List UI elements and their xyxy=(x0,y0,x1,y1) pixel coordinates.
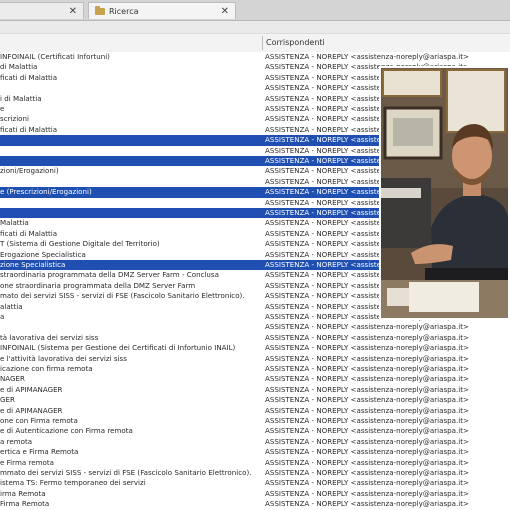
message-correspondent: ASSISTENZA - NOREPLY <assistenza-noreply… xyxy=(265,374,469,384)
message-subject: INFOINAIL (Sistema per Gestione dei Cert… xyxy=(0,343,236,353)
message-row[interactable]: one con Firma remota ASSISTENZA - NOREPLY… xyxy=(0,416,510,426)
message-subject: ficati di Malattia xyxy=(0,124,58,134)
message-subject: a remota xyxy=(0,436,33,446)
message-subject: e xyxy=(0,104,5,113)
message-subject: Firma Remota xyxy=(0,499,50,509)
message-row[interactable]: istema TS: Fermo temporaneo dei servizi A… xyxy=(0,478,510,488)
person-photo xyxy=(379,66,510,320)
message-row[interactable]: tà lavorativa dei servizi siss ASSISTENZA… xyxy=(0,333,510,343)
message-subject: i di Malattia xyxy=(0,93,42,103)
column-header: Corrispondenti xyxy=(0,34,510,53)
message-subject: straordinaria programmata della DMZ Serv… xyxy=(0,270,219,280)
message-row[interactable]: e di Autenticazione con Firma remota ASSI… xyxy=(0,426,510,436)
message-subject: ficati di Malattia xyxy=(0,72,58,82)
message-subject: e (Prescrizioni/Erogazioni) xyxy=(0,187,92,197)
message-row[interactable]: e di APIMANAGER ASSISTENZA - NOREPLY <ass… xyxy=(0,385,510,395)
message-subject: irma Remota xyxy=(0,488,46,498)
message-correspondent: ASSISTENZA - NOREPLY <assistenza-noreply… xyxy=(265,499,469,509)
toolbar xyxy=(0,21,510,33)
message-row[interactable]: INFOINAIL (Certificati Infortuni) ASSISTE… xyxy=(0,52,510,62)
message-correspondent: ASSISTENZA - NOREPLY <assistenza-noreply… xyxy=(265,395,469,405)
message-correspondent: ASSISTENZA - NOREPLY <assistenza-noreply… xyxy=(265,52,469,61)
message-correspondent: ASSISTENZA - NOREPLY <assistenza-noreply… xyxy=(265,343,469,353)
message-subject: a xyxy=(0,312,5,321)
tab-ricerca[interactable]: Ricerca ✕ xyxy=(88,2,236,19)
close-icon[interactable]: ✕ xyxy=(69,3,77,20)
tab-previous[interactable]: ✕ xyxy=(0,2,84,19)
message-subject: GER xyxy=(0,395,15,405)
message-subject: tà lavorativa dei servizi siss xyxy=(0,332,99,342)
message-correspondent: ASSISTENZA - NOREPLY <assistenza-noreply… xyxy=(265,364,469,373)
message-subject: one straordinaria programmata della DMZ … xyxy=(0,280,196,290)
message-subject: T (Sistema di Gestione Digitale del Terr… xyxy=(0,239,160,249)
message-correspondent: ASSISTENZA - NOREPLY <assistenza-noreply… xyxy=(265,426,469,436)
message-correspondent: ASSISTENZA - NOREPLY <assistenza-noreply… xyxy=(265,447,469,457)
message-subject: one con Firma remota xyxy=(0,416,78,425)
message-row[interactable]: NAGER ASSISTENZA - NOREPLY <assistenza-no… xyxy=(0,374,510,384)
message-correspondent: ASSISTENZA - NOREPLY <assistenza-noreply… xyxy=(265,322,469,332)
message-correspondent: ASSISTENZA - NOREPLY <assistenza-noreply… xyxy=(265,405,469,415)
photo-image xyxy=(381,68,508,318)
message-row[interactable]: e Firma remota ASSISTENZA - NOREPLY <assi… xyxy=(0,458,510,468)
message-row[interactable]: INFOINAIL (Sistema per Gestione dei Cert… xyxy=(0,343,510,353)
message-correspondent: ASSISTENZA - NOREPLY <assistenza-noreply… xyxy=(265,488,469,498)
message-row[interactable]: irma Remota ASSISTENZA - NOREPLY <assiste… xyxy=(0,489,510,499)
message-row[interactable]: GER ASSISTENZA - NOREPLY <assistenza-nore… xyxy=(0,395,510,405)
message-subject: e di Autenticazione con Firma remota xyxy=(0,426,133,436)
message-correspondent: ASSISTENZA - NOREPLY <assistenza-noreply… xyxy=(265,468,469,477)
message-subject: scrizioni xyxy=(0,114,29,124)
message-subject: icazione con firma remota xyxy=(0,364,93,373)
message-row[interactable]: ertica e Firma Remota ASSISTENZA - NOREPL… xyxy=(0,447,510,457)
message-row[interactable]: e di APIMANAGER ASSISTENZA - NOREPLY <ass… xyxy=(0,406,510,416)
close-icon[interactable]: ✕ xyxy=(221,3,229,20)
message-subject: INFOINAIL (Certificati Infortuni) xyxy=(0,52,110,61)
message-correspondent: ASSISTENZA - NOREPLY <assistenza-noreply… xyxy=(265,332,469,342)
message-row[interactable]: a remota ASSISTENZA - NOREPLY <assistenza… xyxy=(0,437,510,447)
message-subject: Malattia xyxy=(0,218,29,228)
message-subject: NAGER xyxy=(0,374,25,384)
message-correspondent: ASSISTENZA - NOREPLY <assistenza-noreply… xyxy=(265,478,469,488)
message-row[interactable]: mmato dei servizi SISS - servizi di FSE … xyxy=(0,468,510,478)
folder-icon xyxy=(95,6,105,15)
message-subject: istema TS: Fermo temporaneo dei servizi xyxy=(0,478,146,488)
message-row[interactable]: ASSISTENZA - NOREPLY <assistenza-noreply… xyxy=(0,322,510,332)
message-correspondent: ASSISTENZA - NOREPLY <assistenza-noreply… xyxy=(265,384,469,394)
message-row[interactable]: icazione con firma remota ASSISTENZA - NO… xyxy=(0,364,510,374)
message-subject: alattia xyxy=(0,301,23,311)
message-subject: e l'attività lavorativa dei servizi siss xyxy=(0,353,127,363)
column-correspondents[interactable]: Corrispondenti xyxy=(266,38,325,47)
message-subject: mmato dei servizi SISS - servizi di FSE … xyxy=(0,468,252,477)
column-separator[interactable] xyxy=(262,36,263,50)
message-correspondent: ASSISTENZA - NOREPLY <assistenza-noreply… xyxy=(265,436,469,446)
message-subject: e di APIMANAGER xyxy=(0,405,63,415)
message-correspondent: ASSISTENZA - NOREPLY <assistenza-noreply… xyxy=(265,416,469,425)
message-subject: mato dei servizi SISS - servizi di FSE (… xyxy=(0,291,245,301)
message-correspondent: ASSISTENZA - NOREPLY <assistenza-noreply… xyxy=(265,353,469,363)
message-subject: e Firma remota xyxy=(0,457,54,467)
message-subject: ertica e Firma Remota xyxy=(0,447,79,457)
message-correspondent: ASSISTENZA - NOREPLY <assistenza-noreply… xyxy=(265,457,469,467)
message-subject: zioni/Erogazioni) xyxy=(0,166,59,176)
message-subject: ficati di Malattia xyxy=(0,228,58,238)
message-subject: di Malattia xyxy=(0,62,38,72)
tab-bar: ✕ Ricerca ✕ xyxy=(0,0,510,21)
message-subject: e di APIMANAGER xyxy=(0,384,63,394)
message-subject: Erogazione Specialistica xyxy=(0,249,86,259)
message-row[interactable]: Firma Remota ASSISTENZA - NOREPLY <assist… xyxy=(0,499,510,509)
message-row[interactable]: e l'attività lavorativa dei servizi siss… xyxy=(0,354,510,364)
tab-label: Ricerca xyxy=(109,7,139,16)
message-subject: zione Specialistica xyxy=(0,260,66,269)
